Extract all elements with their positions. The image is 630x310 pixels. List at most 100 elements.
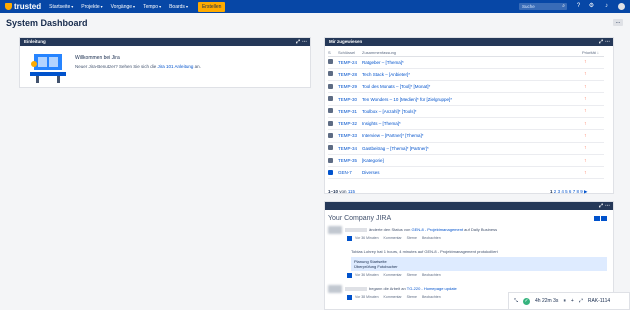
comment-link[interactable]: Kommentar: [384, 236, 402, 240]
page-link[interactable]: 9: [580, 189, 583, 194]
help-icon[interactable]: ?: [575, 3, 582, 10]
comment-link[interactable]: Kommentar: [384, 273, 402, 277]
dashboard-tools-button[interactable]: ...: [613, 19, 623, 26]
comment-link[interactable]: Kommentar: [384, 295, 402, 299]
issue-key-cell: GEN-7: [338, 166, 362, 180]
issue-link[interactable]: GEN-8 - Projektmanagement: [411, 227, 463, 232]
nav-vorgaenge[interactable]: Vorgänge ▾: [111, 4, 135, 10]
priority-icon: ↑: [582, 129, 604, 143]
pause-icon[interactable]: ⏸: [563, 298, 566, 304]
watch-link[interactable]: Beobachten: [422, 236, 441, 240]
issue-key-link[interactable]: TEMP-30: [338, 97, 357, 102]
issue-key-link[interactable]: GEN-7: [338, 170, 352, 175]
expand-icon[interactable]: ⤢: [599, 202, 603, 210]
page-link[interactable]: 4: [561, 189, 564, 194]
issue-summary-link[interactable]: Ratgeber – [Thema]*: [362, 60, 404, 65]
issue-key-link[interactable]: TEMP-29: [338, 84, 357, 89]
avatar[interactable]: [618, 3, 625, 10]
watch-link[interactable]: Beobachten: [422, 295, 441, 299]
add-icon[interactable]: +: [571, 298, 574, 304]
expand-icon[interactable]: ⤢: [296, 38, 300, 46]
table-row[interactable]: TEMP-34 Gastbeitrag – [Thema]* [Partner]*…: [328, 142, 604, 155]
issue-key-cell: TEMP-24: [338, 56, 362, 69]
issue-summary-link[interactable]: Insights – [Thema]*: [362, 121, 401, 126]
more-icon[interactable]: ⋯: [302, 38, 307, 46]
table-row[interactable]: TEMP-35 [Kategorie] ↑: [328, 154, 604, 168]
total-count-link[interactable]: 115: [348, 189, 355, 194]
issue-key-link[interactable]: TEMP-35: [338, 158, 357, 163]
chevron-down-icon: ▾: [185, 4, 188, 9]
filter-icon[interactable]: [594, 216, 600, 221]
table-row[interactable]: TEMP-30 Ten Wonders – 10 [Medien]* für [Z…: [328, 92, 604, 106]
table-row[interactable]: GEN-7 Diverses ↑: [328, 166, 604, 180]
next-page-icon[interactable]: ▶: [584, 189, 587, 194]
table-row[interactable]: TEMP-32 Insights – [Thema]* ↑: [328, 117, 604, 131]
expand-icon[interactable]: ⤢: [599, 38, 603, 46]
column-key[interactable]: Schlüssel: [338, 49, 362, 57]
issue-key-link[interactable]: TEMP-32: [338, 121, 357, 126]
table-row[interactable]: TEMP-24 Ratgeber – [Thema]* ↑: [328, 56, 604, 69]
star-link[interactable]: Sterne: [407, 295, 417, 299]
table-row[interactable]: TEMP-31 Toolbox – [Anzahl]* [Tools]* ↑: [328, 105, 604, 118]
issue-summary-link[interactable]: Interview – [Partner]* [Thema]*: [362, 133, 424, 138]
page-link[interactable]: 1: [550, 189, 553, 194]
issue-summary-link[interactable]: [Kategorie]: [362, 158, 384, 163]
column-summary[interactable]: Zusammenfassung: [362, 49, 582, 57]
issue-key[interactable]: RAK-1114: [588, 298, 610, 304]
collapse-icon[interactable]: ⤡: [514, 298, 518, 304]
create-button[interactable]: Erstellen: [197, 1, 226, 12]
column-type[interactable]: S: [328, 49, 338, 57]
user-avatar-blurred: [328, 285, 342, 293]
nav-boards[interactable]: Boards ▾: [169, 4, 188, 10]
issue-summary-link[interactable]: Gastbeitrag – [Thema]* [Partner]*: [362, 146, 429, 151]
page-link[interactable]: 8: [576, 189, 579, 194]
expand-icon[interactable]: ⤢: [579, 298, 583, 304]
nav-projekte[interactable]: Projekte ▾: [81, 4, 102, 10]
timer-elapsed: 4h 22m 3s: [535, 298, 559, 304]
rss-icon[interactable]: [601, 216, 607, 221]
page-link[interactable]: 2: [554, 189, 557, 194]
issue-type-icon: [328, 83, 333, 89]
nav-startseite[interactable]: Startseite ▾: [49, 4, 73, 10]
gadget-header: Mir zugewiesen ⤢ ⋯: [325, 38, 613, 46]
jira-101-link[interactable]: Jira 101 Anleitung: [158, 64, 194, 69]
gear-icon[interactable]: ⚙: [588, 3, 595, 10]
page-link[interactable]: 6: [569, 189, 572, 194]
jira-logo[interactable]: trusted: [5, 2, 41, 11]
page-link[interactable]: 3: [558, 189, 561, 194]
page-link[interactable]: 7: [573, 189, 576, 194]
more-icon[interactable]: ⋯: [605, 38, 610, 46]
table-row[interactable]: TEMP-28 Tech Stack – [Anbieter]* ↑: [328, 68, 604, 82]
issue-summary-link[interactable]: Diverses: [362, 170, 380, 175]
issue-key-link[interactable]: TEMP-24: [338, 60, 357, 65]
page-title: System Dashboard: [6, 18, 88, 28]
timer-status-icon[interactable]: ✓: [523, 297, 531, 305]
more-icon[interactable]: ⋯: [605, 202, 610, 210]
priority-icon: ↑: [582, 68, 604, 82]
issue-key-link[interactable]: TEMP-34: [338, 146, 357, 151]
column-priority[interactable]: Priorität ↓: [582, 49, 604, 57]
search-input[interactable]: Suche ⌕: [519, 3, 567, 10]
issue-key-link[interactable]: TEMP-31: [338, 109, 357, 114]
activity-meta: Vor 36 Minuten Kommentar Sterne Beobachten: [347, 236, 446, 241]
star-link[interactable]: Sterne: [407, 236, 417, 240]
jira-illustration: [30, 54, 66, 83]
issue-key-link[interactable]: TEMP-33: [338, 133, 357, 138]
nav-tempo[interactable]: Tempo ▾: [143, 4, 161, 10]
issue-key-link[interactable]: TEMP-28: [338, 72, 357, 77]
issue-summary-link[interactable]: Toolbox – [Anzahl]* [Tools]*: [362, 109, 417, 114]
issue-link[interactable]: TG-220 - Homepage update: [407, 286, 457, 291]
notification-icon[interactable]: ♪: [603, 3, 610, 10]
issue-summary-link[interactable]: Ten Wonders – 10 [Medien]* für [Zielgrup…: [362, 97, 452, 102]
page-link[interactable]: 5: [565, 189, 568, 194]
issue-type-icon: [347, 273, 352, 278]
table-row[interactable]: TEMP-29 Tool des Monats – [Tool]* [Monat]…: [328, 80, 604, 94]
issue-summary-link[interactable]: Tool des Monats – [Tool]* [Monat]*: [362, 84, 430, 89]
watch-link[interactable]: Beobachten: [422, 273, 441, 277]
table-row[interactable]: TEMP-33 Interview – [Partner]* [Thema]* ↑: [328, 129, 604, 143]
issue-summary-cell: Gastbeitrag – [Thema]* [Partner]*: [362, 142, 582, 155]
issue-summary-link[interactable]: Tech Stack – [Anbieter]*: [362, 72, 410, 77]
star-link[interactable]: Sterne: [407, 273, 417, 277]
priority-icon: ↑: [582, 56, 604, 69]
issue-type-icon: [328, 59, 333, 65]
